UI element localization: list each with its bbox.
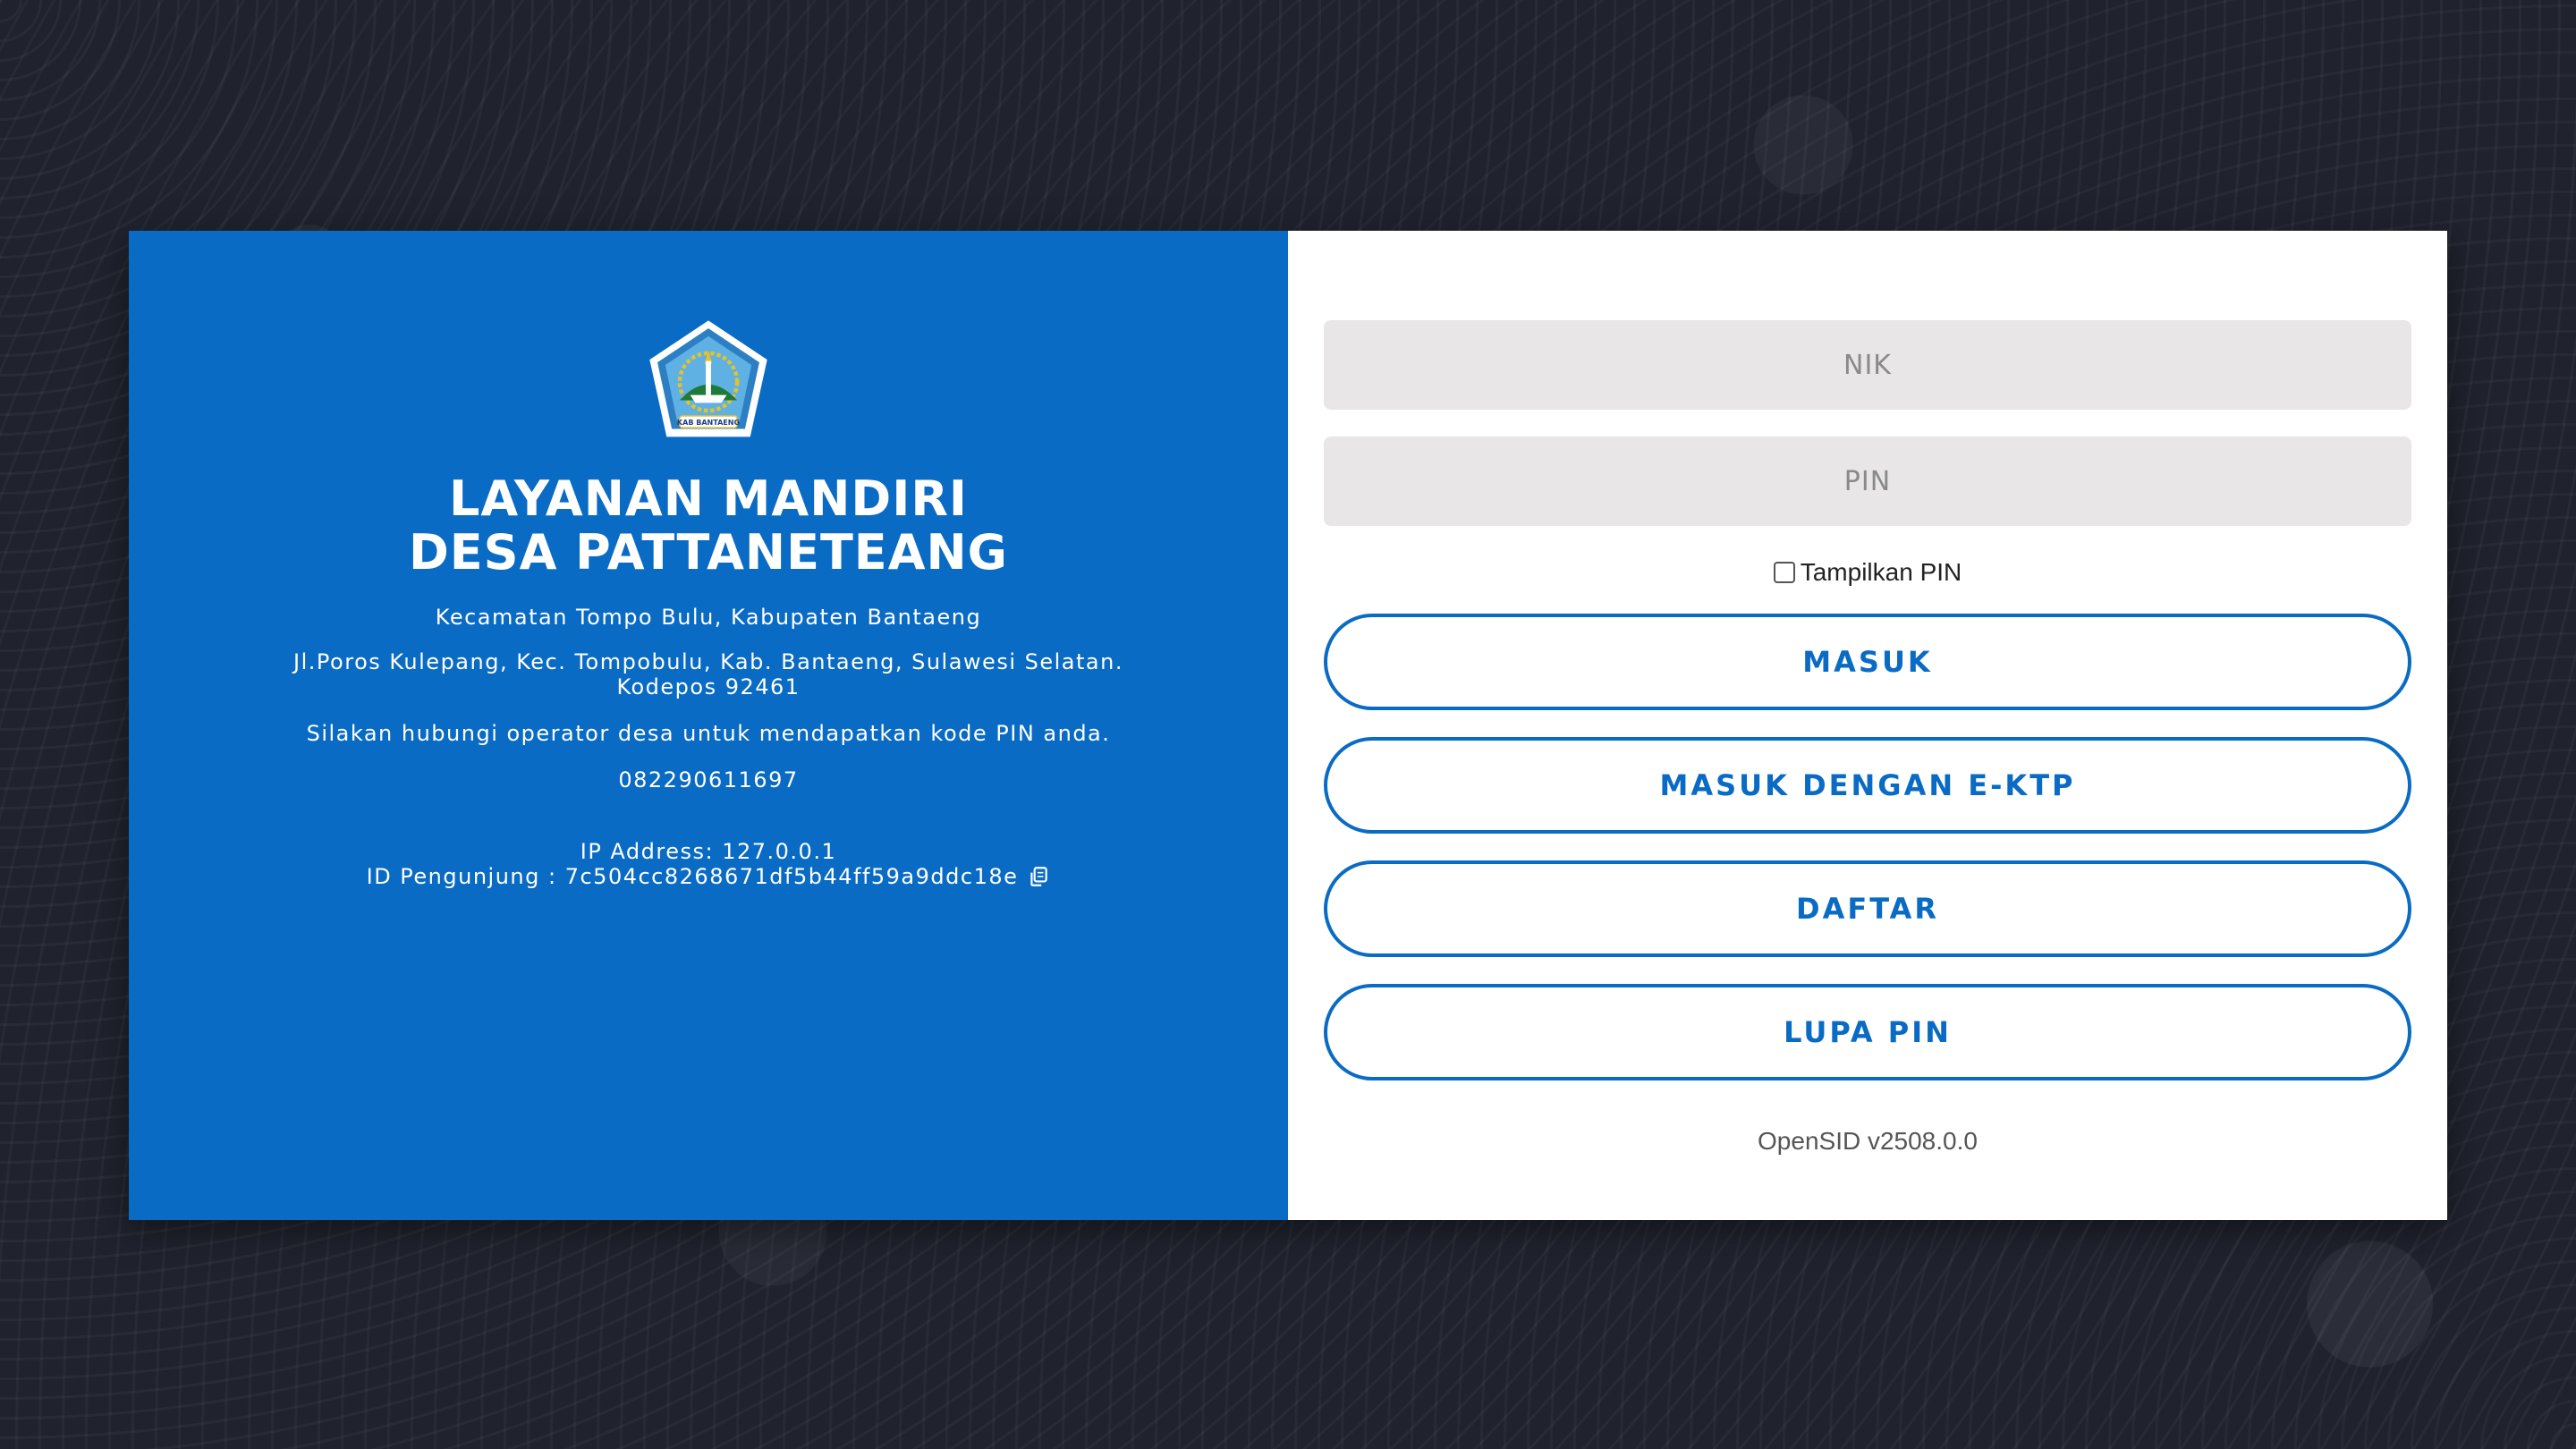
daftar-button[interactable]: DAFTAR: [1324, 860, 2411, 957]
lupa-pin-button[interactable]: LUPA PIN: [1324, 984, 2411, 1080]
pin-input[interactable]: [1324, 436, 2411, 526]
title-line-2: DESA PATTANETEANG: [408, 524, 1009, 580]
pin-notice-text: Silakan hubungi operator desa untuk mend…: [306, 721, 1111, 746]
logo-text: KAB BANTAENG: [677, 419, 740, 427]
show-pin-toggle[interactable]: Tampilkan PIN: [1324, 558, 2411, 587]
copy-icon[interactable]: [1027, 865, 1050, 888]
info-panel: KAB BANTAENG LAYANAN MANDIRI DESA PATTAN…: [129, 231, 1288, 1220]
visitor-id-row: ID Pengunjung : 7c504cc8268671df5b44ff59…: [367, 864, 1051, 889]
masuk-button[interactable]: MASUK: [1324, 614, 2411, 710]
subdistrict-text: Kecamatan Tompo Bulu, Kabupaten Bantaeng: [435, 605, 982, 630]
visitor-id-text: ID Pengunjung : 7c504cc8268671df5b44ff59…: [366, 864, 1019, 889]
masuk-ektp-button[interactable]: MASUK DENGAN E-KTP: [1324, 737, 2411, 834]
address-text: Jl.Poros Kulepang, Kec. Tompobulu, Kab. …: [293, 649, 1123, 699]
login-card: KAB BANTAENG LAYANAN MANDIRI DESA PATTAN…: [129, 231, 2447, 1220]
login-panel: Tampilkan PIN MASUK MASUK DENGAN E-KTP D…: [1288, 231, 2447, 1220]
version-text: OpenSID v2508.0.0: [1758, 1127, 1978, 1155]
title-line-1: LAYANAN MANDIRI: [448, 470, 969, 527]
phone-number: 082290611697: [618, 767, 799, 792]
show-pin-label: Tampilkan PIN: [1800, 558, 1962, 586]
show-pin-checkbox[interactable]: [1773, 562, 1795, 583]
page-title: LAYANAN MANDIRI DESA PATTANETEANG: [409, 472, 1008, 580]
ip-address-text: IP Address: 127.0.0.1: [580, 839, 837, 864]
kabupaten-emblem-logo: KAB BANTAENG: [649, 320, 767, 437]
nik-input[interactable]: [1324, 320, 2411, 410]
